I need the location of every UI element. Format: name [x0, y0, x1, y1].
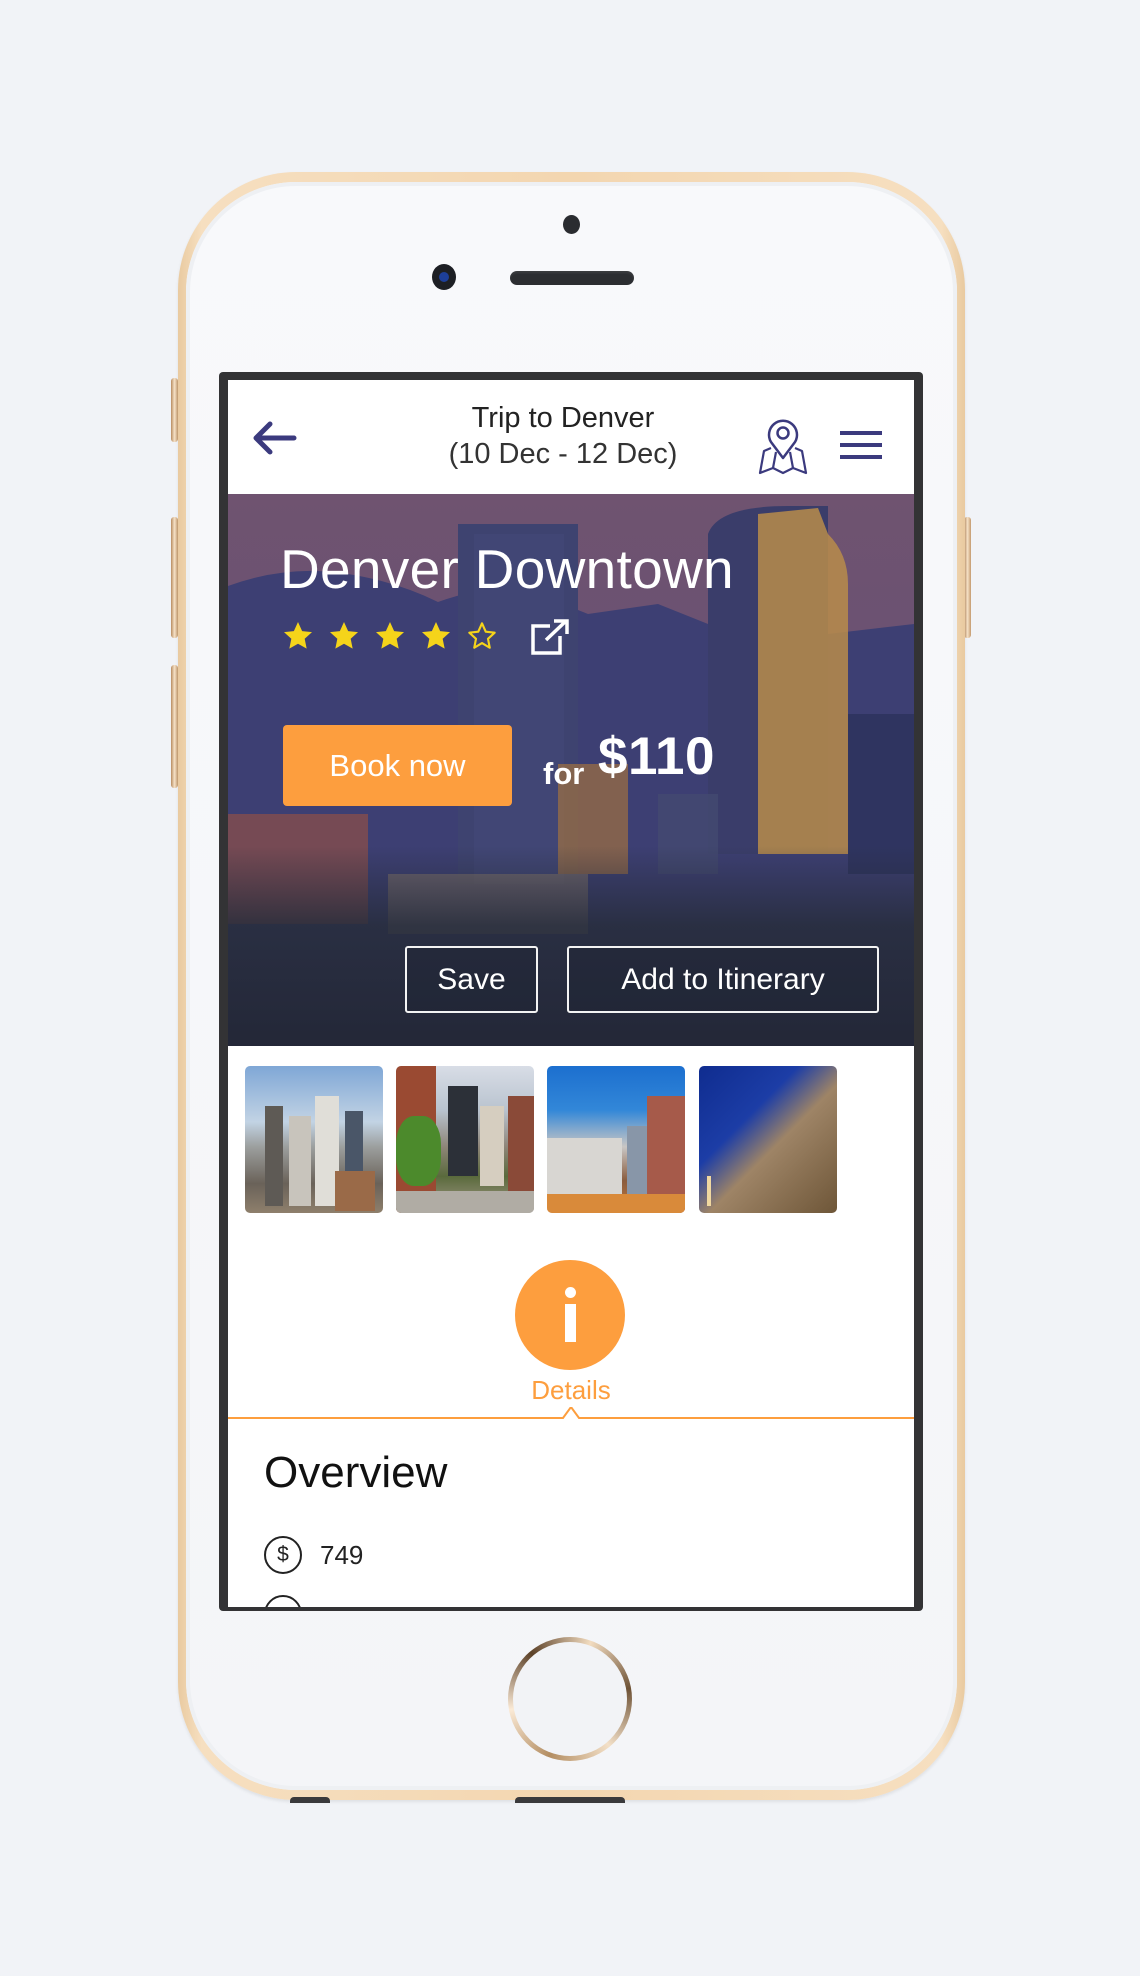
overview-price: 749 [320, 1539, 364, 1570]
gallery-thumbnail[interactable] [245, 1066, 383, 1213]
save-button[interactable]: Save [405, 946, 538, 1013]
volume-up-button [171, 517, 178, 638]
proximity-sensor [563, 215, 580, 234]
info-icon[interactable] [515, 1260, 625, 1370]
gallery-thumbnail[interactable] [396, 1066, 534, 1213]
arrow-left-icon[interactable] [252, 418, 298, 458]
price-prefix: for [543, 756, 585, 791]
overview-heading: Overview [264, 1448, 448, 1497]
phone-bottom-port [515, 1797, 625, 1803]
power-button [964, 517, 971, 638]
star-empty-icon [468, 622, 496, 649]
gallery-thumbnail[interactable] [699, 1066, 837, 1213]
star-rating [282, 620, 498, 656]
book-now-button[interactable]: Book now [283, 725, 512, 806]
home-button [508, 1637, 632, 1761]
star-filled-icon [422, 622, 450, 649]
tab-details[interactable]: Details [468, 1375, 674, 1406]
map-pin-icon[interactable] [757, 418, 809, 476]
app-header: Trip to Denver (10 Dec - 12 Dec) [228, 380, 914, 493]
volume-down-button [171, 665, 178, 788]
photo-gallery[interactable] [228, 1046, 914, 1236]
hamburger-menu-icon[interactable] [840, 430, 882, 460]
overview-row [264, 1592, 320, 1607]
trip-title: Trip to Denver [471, 402, 655, 434]
screen-frame: Trip to Denver (10 Dec - 12 Dec) Denver … [219, 372, 923, 1611]
circle-icon [264, 1595, 302, 1607]
front-camera [432, 264, 456, 290]
phone-bottom-port [290, 1797, 330, 1803]
app-screen: Trip to Denver (10 Dec - 12 Dec) Denver … [228, 380, 914, 1607]
star-filled-icon [330, 622, 358, 649]
info-icon-dot [565, 1287, 576, 1298]
tab-indicator [228, 1407, 914, 1419]
hero-banner: Denver Downtown Book now for $110 Save A… [228, 494, 914, 1046]
place-name: Denver Downtown [280, 538, 734, 600]
star-filled-icon [284, 622, 312, 649]
trip-dates: (10 Dec - 12 Dec) [448, 438, 678, 470]
star-filled-icon [376, 622, 404, 649]
earpiece-speaker [510, 271, 634, 285]
info-icon-stem [565, 1304, 576, 1342]
price-value: $110 [598, 727, 715, 786]
add-to-itinerary-button[interactable]: Add to Itinerary [567, 946, 879, 1013]
mute-switch [171, 378, 178, 442]
external-link-icon[interactable] [530, 618, 570, 656]
overview-row: $ 749 [264, 1533, 363, 1577]
dollar-icon: $ [264, 1536, 302, 1574]
page-title: Trip to Denver (10 Dec - 12 Dec) [388, 400, 738, 472]
gallery-thumbnail[interactable] [547, 1066, 685, 1213]
